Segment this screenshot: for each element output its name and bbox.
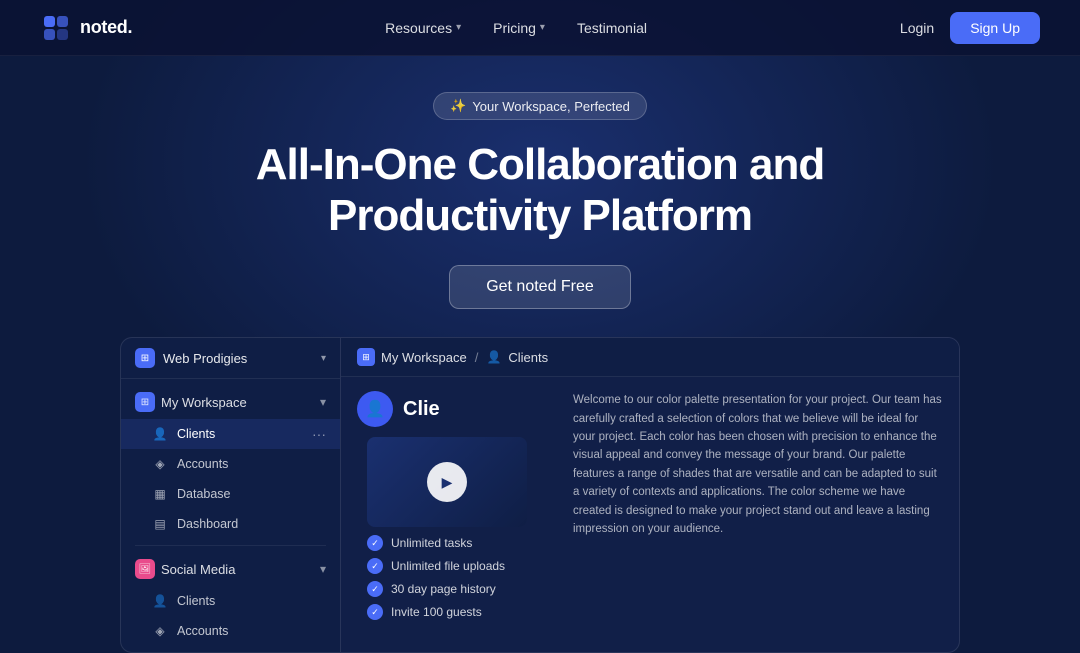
logo-icon bbox=[40, 12, 72, 44]
sidebar-item-label: Clients bbox=[177, 427, 215, 441]
workspace-section-icon: ⊞ bbox=[135, 392, 155, 412]
workspace-name: Web Prodigies bbox=[163, 351, 247, 366]
brand-name: noted. bbox=[80, 17, 132, 38]
check-icon: ✓ bbox=[367, 604, 383, 620]
dots-icon: ··· bbox=[312, 426, 326, 442]
dashboard-icon: ▤ bbox=[151, 515, 169, 533]
workspace-icon: ⊞ bbox=[135, 348, 155, 368]
sidebar-item-clients[interactable]: 👤 Clients ··· bbox=[121, 419, 340, 449]
sidebar-item-label: Accounts bbox=[177, 624, 228, 638]
sidebar-item-accounts[interactable]: ◈ Accounts bbox=[121, 449, 340, 479]
content-breadcrumb: ⊞ My Workspace / 👤 Clients bbox=[341, 338, 959, 377]
badge-text: Your Workspace, Perfected bbox=[472, 99, 630, 114]
social-section-label: Social Media bbox=[161, 562, 320, 577]
check-icon: ✓ bbox=[367, 581, 383, 597]
workspace-breadcrumb-icon: ⊞ bbox=[357, 348, 375, 366]
play-button[interactable]: ▶ bbox=[427, 462, 467, 502]
breadcrumb-workspace: My Workspace bbox=[381, 350, 467, 365]
video-preview: ▶ bbox=[367, 437, 527, 527]
sidebar-item-label: Accounts bbox=[177, 457, 228, 471]
sidebar-section-social: 🖼 Social Media ▾ 👤 Clients ◈ Accounts bbox=[121, 546, 340, 652]
chevron-down-icon: ▾ bbox=[456, 22, 461, 33]
sidebar-item-database[interactable]: ▦ Database bbox=[121, 479, 340, 509]
signup-button[interactable]: Sign Up bbox=[950, 12, 1040, 44]
database-icon: ▦ bbox=[151, 485, 169, 503]
nav-pricing[interactable]: Pricing ▾ bbox=[493, 20, 545, 36]
description-text: Welcome to our color palette presentatio… bbox=[573, 391, 943, 538]
navbar: noted. Resources ▾ Pricing ▾ Testimonial… bbox=[0, 0, 1080, 56]
workspace-section-label: My Workspace bbox=[161, 395, 320, 410]
auth-buttons: Login Sign Up bbox=[900, 12, 1040, 44]
description-area: Welcome to our color palette presentatio… bbox=[573, 391, 943, 627]
nav-resources[interactable]: Resources ▾ bbox=[385, 20, 461, 36]
content-panel: ⊞ My Workspace / 👤 Clients 👤 Clie ▶ ✓ bbox=[340, 337, 960, 653]
feature-item-4: ✓ Invite 100 guests bbox=[367, 604, 557, 620]
feature-item-2: ✓ Unlimited file uploads bbox=[367, 558, 557, 574]
sidebar-item-social-clients[interactable]: 👤 Clients bbox=[121, 586, 340, 616]
login-button[interactable]: Login bbox=[900, 20, 934, 36]
accounts-icon: ◈ bbox=[151, 455, 169, 473]
chevron-down-icon: ▾ bbox=[320, 395, 326, 409]
feature-item-3: ✓ 30 day page history bbox=[367, 581, 557, 597]
badge-emoji: ✨ bbox=[450, 98, 466, 114]
sidebar-item-label: Dashboard bbox=[177, 517, 238, 531]
logo-area: noted. bbox=[40, 12, 132, 44]
hero-cta-button[interactable]: Get noted Free bbox=[449, 265, 631, 309]
feature-item-1: ✓ Unlimited tasks bbox=[367, 535, 557, 551]
video-area: 👤 Clie ▶ ✓ Unlimited tasks ✓ Unlimited f… bbox=[357, 391, 557, 627]
main-area: ⊞ Web Prodigies ▾ ⊞ My Workspace ▾ 👤 Cli… bbox=[0, 337, 1080, 653]
workspace-selector[interactable]: ⊞ Web Prodigies ▾ bbox=[121, 338, 340, 379]
chevron-down-icon: ▾ bbox=[321, 353, 326, 364]
social-section-icon: 🖼 bbox=[135, 559, 155, 579]
clients-page-title: Clie bbox=[403, 398, 440, 421]
hero-section: ✨ Your Workspace, Perfected All-In-One C… bbox=[0, 56, 1080, 329]
sidebar-item-label: Clients bbox=[177, 594, 215, 608]
content-inner: 👤 Clie ▶ ✓ Unlimited tasks ✓ Unlimited f… bbox=[341, 377, 959, 641]
nav-testimonial[interactable]: Testimonial bbox=[577, 20, 647, 36]
clients-icon: 👤 bbox=[151, 425, 169, 443]
sidebar-item-social-accounts[interactable]: ◈ Accounts bbox=[121, 616, 340, 646]
breadcrumb-separator: / bbox=[475, 350, 479, 365]
hero-title: All-In-One Collaboration and Productivit… bbox=[190, 140, 890, 241]
chevron-down-icon: ▾ bbox=[540, 22, 545, 33]
clients-avatar-icon: 👤 bbox=[357, 391, 393, 427]
client-title-row: 👤 Clie bbox=[357, 391, 557, 427]
my-workspace-toggle[interactable]: ⊞ My Workspace ▾ bbox=[121, 385, 340, 419]
accounts-icon: ◈ bbox=[151, 622, 169, 640]
social-media-toggle[interactable]: 🖼 Social Media ▾ bbox=[121, 552, 340, 586]
breadcrumb-page: Clients bbox=[508, 350, 548, 365]
check-icon: ✓ bbox=[367, 558, 383, 574]
clients-breadcrumb-icon: 👤 bbox=[486, 349, 502, 365]
chevron-down-icon: ▾ bbox=[320, 562, 326, 576]
nav-links: Resources ▾ Pricing ▾ Testimonial bbox=[385, 20, 647, 36]
check-icon: ✓ bbox=[367, 535, 383, 551]
sidebar-item-label: Database bbox=[177, 487, 231, 501]
sidebar-item-dashboard[interactable]: ▤ Dashboard bbox=[121, 509, 340, 539]
features-list: ✓ Unlimited tasks ✓ Unlimited file uploa… bbox=[367, 535, 557, 620]
sidebar-section-workspace: ⊞ My Workspace ▾ 👤 Clients ··· ◈ Account… bbox=[121, 379, 340, 545]
sidebar-panel: ⊞ Web Prodigies ▾ ⊞ My Workspace ▾ 👤 Cli… bbox=[120, 337, 340, 653]
hero-badge: ✨ Your Workspace, Perfected bbox=[433, 92, 647, 120]
clients-icon: 👤 bbox=[151, 592, 169, 610]
